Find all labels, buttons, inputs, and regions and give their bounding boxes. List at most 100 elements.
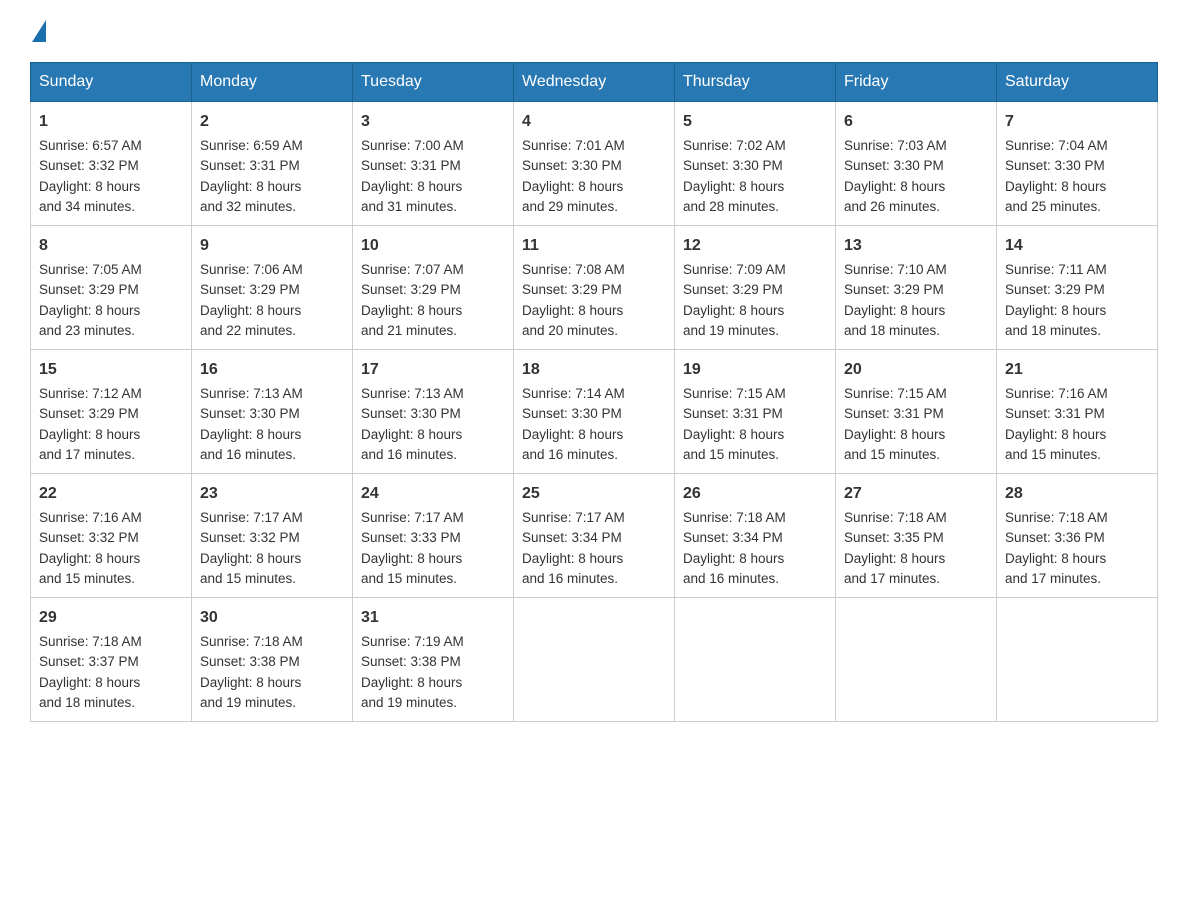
daylight-text: Daylight: 8 hours [522, 177, 666, 197]
daylight-minutes: and 18 minutes. [39, 693, 183, 713]
daylight-minutes: and 25 minutes. [1005, 197, 1149, 217]
calendar-cell: 3Sunrise: 7:00 AMSunset: 3:31 PMDaylight… [353, 102, 514, 226]
day-number: 5 [683, 110, 827, 134]
daylight-text: Daylight: 8 hours [200, 301, 344, 321]
calendar-cell: 6Sunrise: 7:03 AMSunset: 3:30 PMDaylight… [836, 102, 997, 226]
daylight-minutes: and 26 minutes. [844, 197, 988, 217]
sunset-text: Sunset: 3:30 PM [1005, 156, 1149, 176]
day-number: 24 [361, 482, 505, 506]
sunset-text: Sunset: 3:30 PM [844, 156, 988, 176]
daylight-minutes: and 17 minutes. [39, 445, 183, 465]
sunset-text: Sunset: 3:30 PM [361, 404, 505, 424]
sunrise-text: Sunrise: 7:13 AM [200, 384, 344, 404]
sunset-text: Sunset: 3:29 PM [39, 280, 183, 300]
calendar-cell: 9Sunrise: 7:06 AMSunset: 3:29 PMDaylight… [192, 226, 353, 350]
sunset-text: Sunset: 3:34 PM [683, 528, 827, 548]
day-number: 15 [39, 358, 183, 382]
day-number: 11 [522, 234, 666, 258]
calendar-header-thursday: Thursday [675, 63, 836, 102]
calendar-week-row: 8Sunrise: 7:05 AMSunset: 3:29 PMDaylight… [31, 226, 1158, 350]
day-number: 10 [361, 234, 505, 258]
daylight-minutes: and 15 minutes. [1005, 445, 1149, 465]
daylight-text: Daylight: 8 hours [39, 425, 183, 445]
sunrise-text: Sunrise: 7:16 AM [1005, 384, 1149, 404]
day-number: 25 [522, 482, 666, 506]
calendar-cell: 1Sunrise: 6:57 AMSunset: 3:32 PMDaylight… [31, 102, 192, 226]
day-number: 29 [39, 606, 183, 630]
calendar-cell: 21Sunrise: 7:16 AMSunset: 3:31 PMDayligh… [997, 350, 1158, 474]
sunrise-text: Sunrise: 6:59 AM [200, 136, 344, 156]
calendar-cell: 15Sunrise: 7:12 AMSunset: 3:29 PMDayligh… [31, 350, 192, 474]
daylight-minutes: and 31 minutes. [361, 197, 505, 217]
calendar-cell: 25Sunrise: 7:17 AMSunset: 3:34 PMDayligh… [514, 474, 675, 598]
sunset-text: Sunset: 3:29 PM [1005, 280, 1149, 300]
calendar-cell: 30Sunrise: 7:18 AMSunset: 3:38 PMDayligh… [192, 598, 353, 722]
calendar-cell: 27Sunrise: 7:18 AMSunset: 3:35 PMDayligh… [836, 474, 997, 598]
calendar-cell [514, 598, 675, 722]
sunrise-text: Sunrise: 7:02 AM [683, 136, 827, 156]
sunrise-text: Sunrise: 7:04 AM [1005, 136, 1149, 156]
sunset-text: Sunset: 3:31 PM [1005, 404, 1149, 424]
sunset-text: Sunset: 3:32 PM [39, 528, 183, 548]
sunrise-text: Sunrise: 7:15 AM [844, 384, 988, 404]
daylight-text: Daylight: 8 hours [361, 425, 505, 445]
daylight-minutes: and 34 minutes. [39, 197, 183, 217]
sunrise-text: Sunrise: 7:18 AM [39, 632, 183, 652]
daylight-minutes: and 16 minutes. [522, 569, 666, 589]
calendar-cell: 24Sunrise: 7:17 AMSunset: 3:33 PMDayligh… [353, 474, 514, 598]
calendar-cell: 11Sunrise: 7:08 AMSunset: 3:29 PMDayligh… [514, 226, 675, 350]
calendar-header-row: SundayMondayTuesdayWednesdayThursdayFrid… [31, 63, 1158, 102]
daylight-minutes: and 19 minutes. [200, 693, 344, 713]
day-number: 20 [844, 358, 988, 382]
sunrise-text: Sunrise: 7:17 AM [200, 508, 344, 528]
sunrise-text: Sunrise: 7:18 AM [844, 508, 988, 528]
calendar-cell: 5Sunrise: 7:02 AMSunset: 3:30 PMDaylight… [675, 102, 836, 226]
sunset-text: Sunset: 3:32 PM [200, 528, 344, 548]
sunset-text: Sunset: 3:34 PM [522, 528, 666, 548]
daylight-text: Daylight: 8 hours [361, 549, 505, 569]
calendar-cell: 10Sunrise: 7:07 AMSunset: 3:29 PMDayligh… [353, 226, 514, 350]
calendar-cell: 31Sunrise: 7:19 AMSunset: 3:38 PMDayligh… [353, 598, 514, 722]
daylight-minutes: and 23 minutes. [39, 321, 183, 341]
sunrise-text: Sunrise: 7:18 AM [200, 632, 344, 652]
daylight-text: Daylight: 8 hours [522, 301, 666, 321]
sunrise-text: Sunrise: 7:10 AM [844, 260, 988, 280]
sunrise-text: Sunrise: 7:07 AM [361, 260, 505, 280]
day-number: 16 [200, 358, 344, 382]
sunset-text: Sunset: 3:29 PM [522, 280, 666, 300]
calendar-cell: 19Sunrise: 7:15 AMSunset: 3:31 PMDayligh… [675, 350, 836, 474]
sunrise-text: Sunrise: 7:18 AM [683, 508, 827, 528]
sunset-text: Sunset: 3:33 PM [361, 528, 505, 548]
daylight-text: Daylight: 8 hours [1005, 549, 1149, 569]
daylight-text: Daylight: 8 hours [39, 673, 183, 693]
daylight-minutes: and 32 minutes. [200, 197, 344, 217]
day-number: 9 [200, 234, 344, 258]
day-number: 28 [1005, 482, 1149, 506]
calendar-cell: 29Sunrise: 7:18 AMSunset: 3:37 PMDayligh… [31, 598, 192, 722]
sunset-text: Sunset: 3:29 PM [361, 280, 505, 300]
sunrise-text: Sunrise: 7:13 AM [361, 384, 505, 404]
sunrise-text: Sunrise: 7:16 AM [39, 508, 183, 528]
daylight-minutes: and 19 minutes. [683, 321, 827, 341]
calendar-cell: 23Sunrise: 7:17 AMSunset: 3:32 PMDayligh… [192, 474, 353, 598]
daylight-text: Daylight: 8 hours [200, 425, 344, 445]
calendar-cell: 26Sunrise: 7:18 AMSunset: 3:34 PMDayligh… [675, 474, 836, 598]
daylight-text: Daylight: 8 hours [683, 177, 827, 197]
day-number: 26 [683, 482, 827, 506]
daylight-minutes: and 28 minutes. [683, 197, 827, 217]
sunset-text: Sunset: 3:31 PM [361, 156, 505, 176]
calendar-table: SundayMondayTuesdayWednesdayThursdayFrid… [30, 62, 1158, 722]
sunrise-text: Sunrise: 6:57 AM [39, 136, 183, 156]
day-number: 4 [522, 110, 666, 134]
daylight-text: Daylight: 8 hours [361, 301, 505, 321]
daylight-text: Daylight: 8 hours [200, 177, 344, 197]
daylight-text: Daylight: 8 hours [1005, 301, 1149, 321]
day-number: 3 [361, 110, 505, 134]
sunset-text: Sunset: 3:35 PM [844, 528, 988, 548]
sunset-text: Sunset: 3:30 PM [522, 156, 666, 176]
sunset-text: Sunset: 3:38 PM [200, 652, 344, 672]
daylight-minutes: and 15 minutes. [361, 569, 505, 589]
sunrise-text: Sunrise: 7:12 AM [39, 384, 183, 404]
daylight-text: Daylight: 8 hours [361, 673, 505, 693]
daylight-minutes: and 18 minutes. [1005, 321, 1149, 341]
